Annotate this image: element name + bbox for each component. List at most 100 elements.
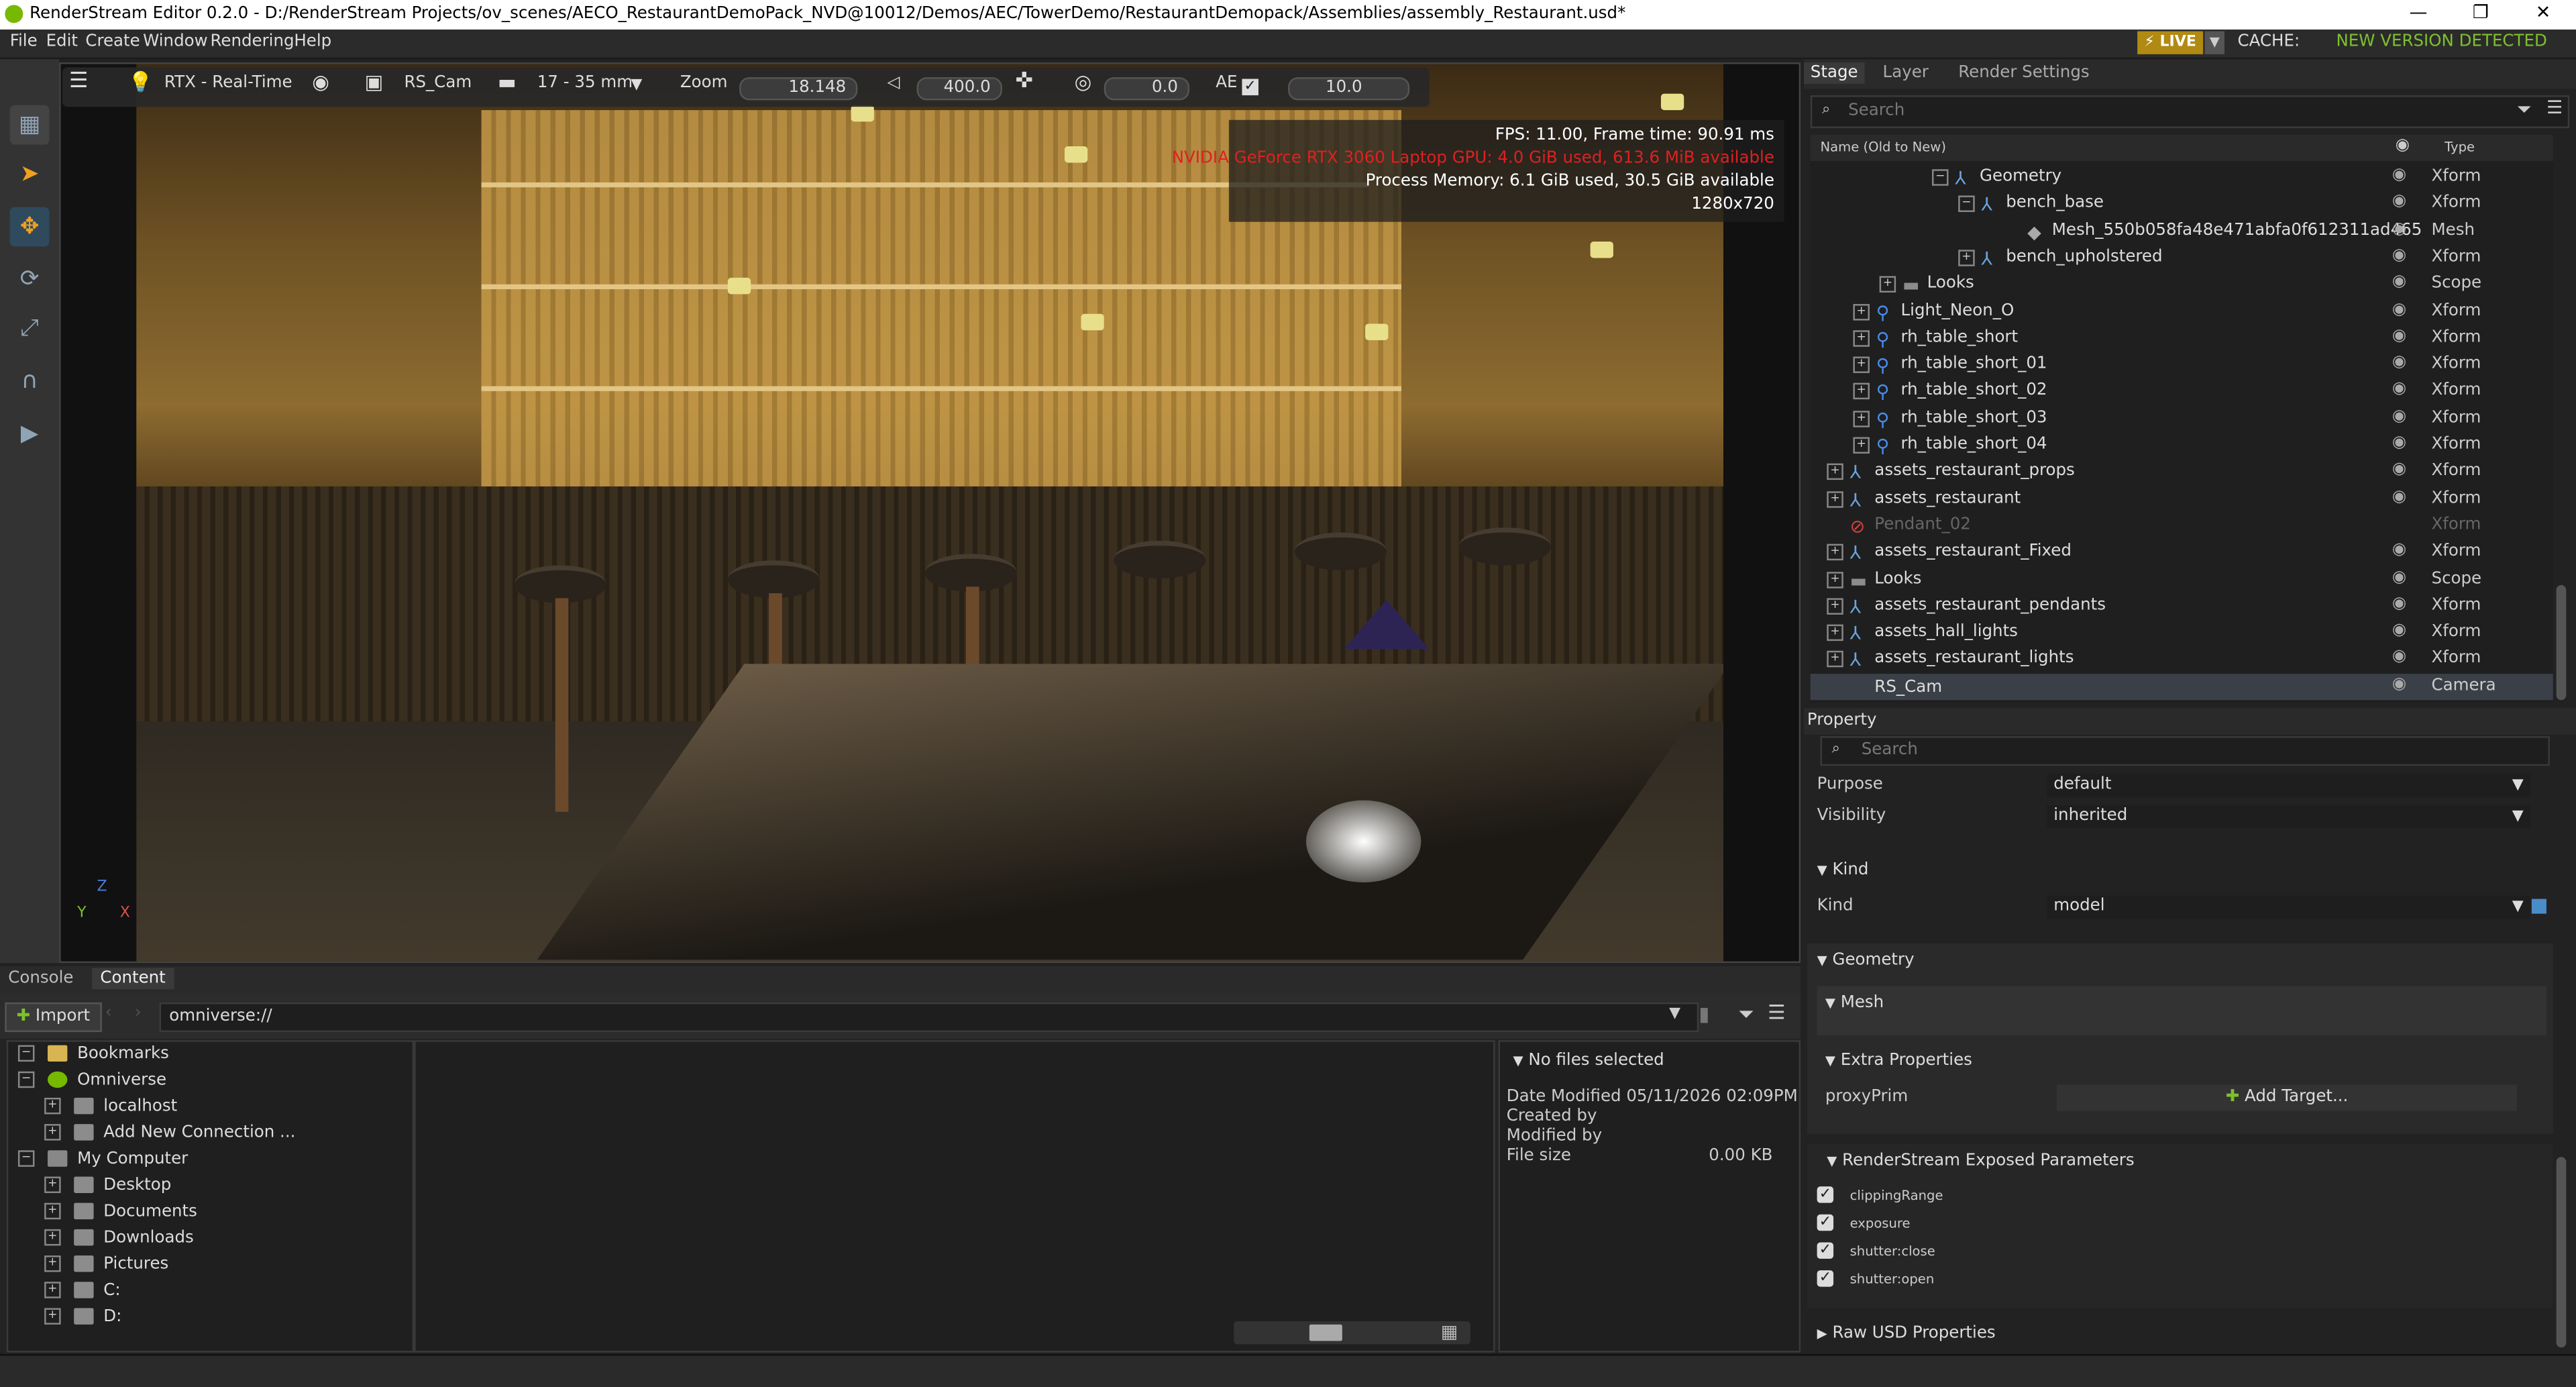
tree-item-bookmarks[interactable]: − Bookmarks <box>17 1045 169 1072</box>
camera-icon[interactable]: ▣ <box>365 70 384 93</box>
expand-icon[interactable]: + <box>1827 651 1843 668</box>
scale-tool-icon[interactable]: ⤢ <box>10 309 50 348</box>
mesh-section-header[interactable]: ▼ Mesh <box>1825 994 1884 1013</box>
exposure-checkbox[interactable]: ✓ <box>1817 1214 1834 1231</box>
visibility-eye-icon[interactable]: ◉ <box>2392 407 2406 425</box>
maximize-button[interactable]: ❐ <box>2464 1 2497 23</box>
visibility-dropdown[interactable]: inherited ▼ <box>2047 805 2530 829</box>
visibility-eye-icon[interactable]: ◉ <box>2392 434 2406 452</box>
expand-icon[interactable]: + <box>44 1255 61 1272</box>
light-gizmo-icon[interactable] <box>1660 93 1684 111</box>
expand-icon[interactable]: + <box>44 1097 61 1115</box>
column-name[interactable]: Name (Old to New) <box>1820 140 1946 154</box>
stage-row[interactable]: + ⅄ assets_restaurant ◉ Xform <box>1811 486 2553 512</box>
menu-create[interactable]: Create <box>85 33 140 51</box>
expand-icon[interactable]: + <box>44 1202 61 1220</box>
light-gizmo-icon[interactable] <box>1365 323 1389 340</box>
menu-help[interactable]: Help <box>294 33 331 51</box>
filter-icon[interactable]: ⏷ <box>1738 1003 1754 1027</box>
expand-icon[interactable]: + <box>44 1282 61 1298</box>
lens-dropdown-icon[interactable]: ▼ <box>631 77 642 93</box>
expand-icon[interactable]: + <box>1853 303 1870 320</box>
kind-dropdown[interactable]: model ▼ <box>2047 895 2530 919</box>
move-tool-icon[interactable]: ✥ <box>9 207 50 247</box>
expand-icon[interactable]: + <box>1958 249 1975 266</box>
expand-icon[interactable]: + <box>44 1124 61 1141</box>
tab-content[interactable]: Content <box>92 968 174 990</box>
purpose-dropdown[interactable]: default ▼ <box>2047 774 2530 797</box>
kind-section-header[interactable]: ▼ Kind <box>1817 861 1869 879</box>
tree-item-localhost[interactable]: + localhost <box>44 1097 177 1124</box>
tab-render-settings[interactable]: Render Settings <box>1951 62 2096 84</box>
visibility-eye-icon[interactable]: ◉ <box>2392 460 2406 478</box>
light-gizmo-icon[interactable] <box>1064 146 1088 163</box>
stage-row[interactable]: ⊘Pendant_02◉Xform <box>1811 513 2553 539</box>
collapse-icon[interactable]: − <box>17 1045 35 1062</box>
expand-icon[interactable]: + <box>1879 276 1896 293</box>
aperture-icon[interactable]: ◎ <box>1075 70 1092 93</box>
visibility-eye-icon[interactable]: ◉ <box>2392 193 2406 211</box>
expand-icon[interactable]: + <box>44 1308 61 1325</box>
back-arrow-icon[interactable]: ‹ <box>105 1004 112 1022</box>
expand-icon[interactable]: + <box>1827 571 1843 588</box>
stage-row[interactable]: + ⅄ assets_restaurant_pendants ◉ Xform <box>1811 593 2553 619</box>
add-target-button[interactable]: ✚ Add Target... <box>2057 1084 2517 1111</box>
property-search-input[interactable]: ⌕ Search <box>1820 736 2550 766</box>
stage-row[interactable]: + ⅄ assets_restaurant_Fixed ◉ Xform <box>1811 540 2553 566</box>
tree-item-d-drive[interactable]: + D: <box>44 1308 121 1334</box>
expand-icon[interactable]: + <box>1853 356 1870 374</box>
light-gizmo-icon[interactable] <box>851 105 874 122</box>
play-icon[interactable]: ▶ <box>10 414 50 454</box>
visibility-eye-icon[interactable]: ◉ <box>2392 246 2406 264</box>
visibility-eye-icon[interactable]: ◉ <box>2392 166 2406 184</box>
new-version-status[interactable]: NEW VERSION DETECTED <box>2336 33 2546 51</box>
rotate-field[interactable]: 0.0 <box>1104 77 1190 101</box>
slider-handle[interactable] <box>1309 1324 1342 1341</box>
visibility-eye-icon[interactable]: ◉ <box>2392 648 2406 666</box>
light-gizmo-icon[interactable] <box>727 277 751 295</box>
tree-item-add-connection[interactable]: + Add New Connection ... <box>44 1124 295 1150</box>
expand-icon[interactable]: + <box>1827 491 1843 507</box>
stage-row[interactable]: + ▬ Looks ◉ Scope <box>1811 566 2553 593</box>
stage-filter-icon[interactable]: ⏷ <box>2517 99 2532 121</box>
path-dropdown-icon[interactable]: ▼ <box>1669 1006 1680 1022</box>
focal-field[interactable]: 400.0 <box>916 77 1002 101</box>
file-list[interactable]: ▦ <box>414 1040 1495 1353</box>
stage-scrollbar[interactable] <box>2556 584 2567 701</box>
expand-icon[interactable]: + <box>1827 597 1843 615</box>
expand-icon[interactable]: + <box>44 1176 61 1193</box>
expand-icon[interactable]: + <box>1853 329 1870 347</box>
ae-checkbox[interactable]: ✓ <box>1242 79 1258 96</box>
stage-row[interactable]: RS_Cam ◉ Camera <box>1810 673 2553 700</box>
light-gizmo-icon[interactable] <box>1081 313 1104 331</box>
live-button[interactable]: ⚡ LIVE <box>2137 31 2204 54</box>
bookmark-icon[interactable]: ▮ <box>1699 1003 1709 1025</box>
visibility-eye-icon[interactable]: ◉ <box>2392 541 2406 559</box>
live-dropdown-icon[interactable]: ▼ <box>2204 31 2224 54</box>
settings-sliders-icon[interactable]: ☰ <box>69 69 89 94</box>
tree-item-c-drive[interactable]: + C: <box>44 1282 121 1308</box>
menu-file[interactable]: File <box>10 33 38 51</box>
stage-row[interactable]: + ⚲ rh_table_short_01 ◉ Xform <box>1811 352 2553 378</box>
geometry-section-header[interactable]: ▼ Geometry <box>1817 952 1915 970</box>
stage-row[interactable]: + ⅄ assets_restaurant_lights ◉ Xform <box>1811 646 2553 672</box>
raw-usd-properties-header[interactable]: ▶ Raw USD Properties <box>1817 1325 1996 1343</box>
visibility-eye-icon[interactable]: ◉ <box>2392 595 2406 613</box>
camera-select[interactable]: RS_Cam <box>404 74 472 92</box>
extra-properties-header[interactable]: ▼ Extra Properties <box>1825 1051 1972 1070</box>
tab-layer[interactable]: Layer <box>1876 62 1935 84</box>
tree-item-pictures[interactable]: + Pictures <box>44 1255 168 1282</box>
visibility-eye-icon[interactable]: ◉ <box>2392 675 2406 693</box>
collapse-icon[interactable]: − <box>1958 196 1975 213</box>
clippingrange-checkbox[interactable]: ✓ <box>1817 1186 1834 1203</box>
stage-row[interactable]: + ⚲ rh_table_short_02 ◉ Xform <box>1811 378 2553 405</box>
path-input[interactable]: omniverse:// <box>159 1002 1699 1032</box>
grid-view-icon[interactable]: ▦ <box>1441 1321 1458 1343</box>
override-indicator[interactable] <box>2531 898 2546 914</box>
zoom-field[interactable]: 18.148 <box>739 77 858 101</box>
collapse-icon[interactable]: − <box>17 1150 35 1167</box>
renderstream-params-header[interactable]: ▼ RenderStream Exposed Parameters <box>1827 1152 2134 1170</box>
stage-row[interactable]: + ⅄ assets_restaurant_props ◉ Xform <box>1811 459 2553 485</box>
tree-item-documents[interactable]: + Documents <box>44 1202 197 1229</box>
visibility-eye-icon[interactable]: ◉ <box>2392 327 2406 345</box>
